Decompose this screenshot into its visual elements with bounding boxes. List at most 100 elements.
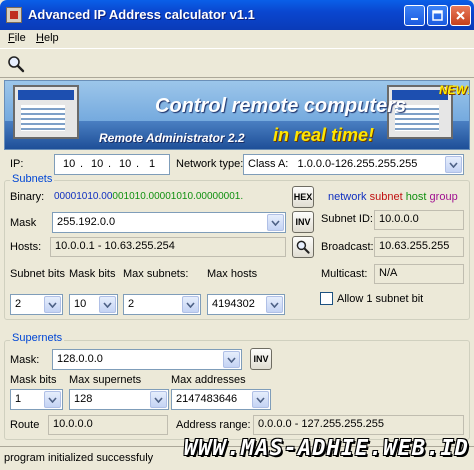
dropdown-button[interactable] bbox=[44, 391, 61, 408]
binary-host-part: 001010.00001010.00000001. bbox=[112, 191, 244, 202]
subnet-bits-label: Subnet bits bbox=[10, 268, 66, 280]
chevron-down-icon bbox=[227, 356, 236, 363]
max-supernets-select[interactable]: 128 bbox=[69, 389, 169, 410]
close-button[interactable] bbox=[450, 5, 471, 26]
watermark: WWW.MAS-ADHIE.WEB.ID bbox=[184, 436, 469, 461]
banner-product: Remote Administrator 2.2 bbox=[99, 131, 245, 145]
status-text: program initialized successfuly bbox=[4, 452, 154, 464]
max-subnets-select[interactable]: 2 bbox=[123, 294, 201, 315]
chevron-down-icon bbox=[449, 161, 458, 168]
supernets-group-title: Supernets bbox=[10, 332, 65, 344]
binary-label: Binary: bbox=[10, 191, 45, 203]
subnet-mask-value: 255.192.0.0 bbox=[57, 216, 116, 228]
supernet-mask-bits-select[interactable]: 1 bbox=[10, 389, 63, 410]
address-range-label: Address range: bbox=[176, 419, 251, 431]
chevron-down-icon bbox=[103, 301, 112, 308]
subnet-bits-value: 2 bbox=[15, 298, 22, 310]
subnet-bits-select[interactable]: 2 bbox=[10, 294, 63, 315]
menu-help[interactable]: Help bbox=[36, 32, 59, 44]
app-icon[interactable] bbox=[6, 7, 22, 23]
subnets-group-title: Subnets bbox=[10, 173, 55, 185]
banner-screen-left bbox=[13, 85, 79, 139]
address-range-field[interactable]: 0.0.0.0 - 127.255.255.255 bbox=[253, 415, 464, 435]
toolbar bbox=[0, 48, 474, 78]
banner-new-badge: NEW! bbox=[439, 83, 470, 97]
legend-host: host bbox=[405, 191, 427, 203]
bit-legend: network subnet host group bbox=[328, 191, 458, 203]
search-tool-button[interactable] bbox=[6, 54, 26, 74]
chevron-down-icon bbox=[270, 301, 279, 308]
close-icon bbox=[456, 11, 465, 20]
allow-subnet-checkbox[interactable] bbox=[320, 292, 333, 305]
network-type-label: Network type: bbox=[176, 158, 244, 170]
multicast-field[interactable]: N/A bbox=[374, 264, 464, 284]
hosts-label: Hosts: bbox=[10, 241, 42, 253]
network-type-select[interactable]: Class A: 1.0.0.0-126.255.255.255 bbox=[243, 154, 464, 175]
max-hosts-label: Max hosts bbox=[207, 268, 258, 280]
dropdown-button[interactable] bbox=[44, 296, 61, 313]
ip-dot: . bbox=[108, 158, 112, 170]
legend-subnet: subnet bbox=[369, 191, 403, 203]
subnet-id-label: Subnet ID: bbox=[321, 213, 373, 225]
max-hosts-select[interactable]: 4194302 bbox=[207, 294, 285, 315]
dropdown-button[interactable] bbox=[266, 296, 283, 313]
ad-banner[interactable]: Control remote computers Remote Administ… bbox=[4, 80, 470, 150]
ip-octet-1[interactable]: 10 bbox=[63, 158, 75, 170]
maximize-icon bbox=[432, 10, 443, 21]
max-addresses-select[interactable]: 2147483646 bbox=[171, 389, 271, 410]
binary-network-part: 00001010.00 bbox=[54, 191, 113, 202]
menu-file[interactable]: File bbox=[8, 32, 26, 44]
window-title: Advanced IP Address calculator v1.1 bbox=[28, 7, 255, 22]
max-supernets-value: 128 bbox=[74, 393, 93, 405]
chevron-down-icon bbox=[271, 219, 280, 226]
broadcast-field[interactable]: 10.63.255.255 bbox=[374, 237, 464, 257]
supernet-inv-button[interactable]: INV bbox=[250, 348, 272, 370]
route-label: Route bbox=[10, 419, 40, 431]
title-bar[interactable]: Advanced IP Address calculator v1.1 bbox=[0, 0, 474, 30]
chevron-down-icon bbox=[186, 301, 195, 308]
hosts-range-field[interactable]: 10.0.0.1 - 10.63.255.254 bbox=[50, 237, 286, 257]
supernet-mask-bits-label: Mask bits bbox=[10, 374, 57, 386]
banner-tagline: in real time! bbox=[273, 125, 375, 145]
minimize-button[interactable] bbox=[404, 5, 425, 26]
max-subnets-value: 2 bbox=[128, 298, 135, 310]
chevron-down-icon bbox=[48, 396, 57, 403]
subnet-id-field[interactable]: 10.0.0.0 bbox=[374, 210, 464, 230]
dropdown-button[interactable] bbox=[445, 156, 462, 173]
ip-octet-3[interactable]: 10 bbox=[119, 158, 131, 170]
subnet-mask-select[interactable]: 255.192.0.0 bbox=[52, 212, 286, 233]
ip-input[interactable]: 10 . 10 . 10 . 1 bbox=[54, 154, 170, 175]
broadcast-label: Broadcast: bbox=[321, 241, 374, 253]
ip-octet-4[interactable]: 1 bbox=[149, 158, 155, 170]
supernet-mask-value: 128.0.0.0 bbox=[57, 353, 103, 365]
route-field[interactable]: 10.0.0.0 bbox=[48, 415, 168, 435]
subnet-inv-button[interactable]: INV bbox=[292, 211, 314, 233]
network-type-value: Class A: 1.0.0.0-126.255.255.255 bbox=[248, 158, 418, 170]
supernet-mask-label: Mask: bbox=[10, 354, 40, 366]
maximize-button[interactable] bbox=[427, 5, 448, 26]
dropdown-button[interactable] bbox=[223, 351, 240, 368]
minimize-icon bbox=[410, 17, 418, 20]
ip-octet-2[interactable]: 10 bbox=[91, 158, 103, 170]
max-subnets-label: Max subnets: bbox=[123, 268, 189, 280]
max-addresses-label: Max addresses bbox=[171, 374, 246, 386]
hosts-search-button[interactable] bbox=[292, 236, 314, 258]
ip-label: IP: bbox=[10, 158, 24, 170]
menu-bar: File Help bbox=[0, 30, 474, 48]
legend-network: network bbox=[328, 191, 367, 203]
hex-button[interactable]: HEX bbox=[292, 186, 314, 208]
dropdown-button[interactable] bbox=[252, 391, 269, 408]
dropdown-button[interactable] bbox=[150, 391, 167, 408]
subnet-mask-bits-value: 10 bbox=[74, 298, 87, 310]
subnet-mask-bits-select[interactable]: 10 bbox=[69, 294, 118, 315]
chevron-down-icon bbox=[48, 301, 57, 308]
supernet-mask-select[interactable]: 128.0.0.0 bbox=[52, 349, 242, 370]
chevron-down-icon bbox=[256, 396, 265, 403]
dropdown-button[interactable] bbox=[182, 296, 199, 313]
dropdown-button[interactable] bbox=[267, 214, 284, 231]
allow-subnet-label[interactable]: Allow 1 subnet bit bbox=[337, 293, 423, 305]
max-supernets-label: Max supernets bbox=[69, 374, 142, 386]
max-addresses-value: 2147483646 bbox=[176, 393, 238, 405]
search-icon bbox=[296, 240, 310, 254]
dropdown-button[interactable] bbox=[99, 296, 116, 313]
